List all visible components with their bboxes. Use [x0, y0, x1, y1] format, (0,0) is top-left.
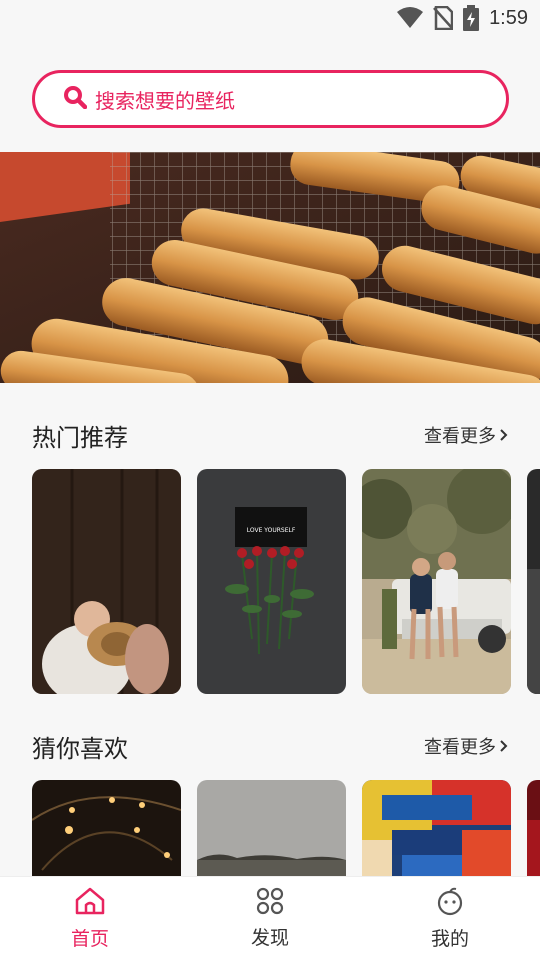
banner-image[interactable]	[0, 152, 540, 383]
view-more-link[interactable]: 查看更多	[424, 422, 508, 448]
nav-label: 首页	[70, 928, 109, 950]
wallpaper-card[interactable]	[527, 469, 540, 694]
section-header-guess: 猜你喜欢 查看更多	[32, 726, 508, 766]
search-placeholder: 搜索想要的壁纸	[95, 88, 235, 113]
wifi-icon	[397, 7, 424, 29]
search-icon	[63, 85, 88, 113]
nav-item-profile[interactable]: 我的	[390, 886, 510, 951]
status-bar: 1:59	[0, 0, 540, 36]
wallpaper-card[interactable]	[362, 469, 511, 694]
nav-item-home[interactable]: 首页	[30, 886, 150, 951]
partial-red-photo	[527, 780, 540, 876]
card-row-hot: LOVE YOURSELF	[0, 469, 540, 694]
chevron-right-icon	[500, 740, 508, 752]
couple-truck-photo	[362, 469, 511, 694]
section-title: 猜你喜欢	[32, 734, 128, 763]
status-time: 1:59	[489, 6, 528, 29]
section-title: 热门推荐	[32, 423, 128, 452]
comic-covers-photo	[362, 780, 511, 876]
grey-landscape-photo	[197, 780, 346, 876]
love-yourself-roses-photo: LOVE YOURSELF	[197, 469, 346, 694]
couple-hat-photo	[32, 469, 181, 694]
wallpaper-card[interactable]	[527, 780, 540, 876]
home-icon	[74, 886, 106, 920]
nav-label: 发现	[250, 927, 289, 949]
nav-item-discover[interactable]: 发现	[210, 887, 330, 950]
rose-card-text: LOVE YOURSELF	[247, 527, 296, 534]
wallpaper-card[interactable]: LOVE YOURSELF	[197, 469, 346, 694]
nav-label: 我的	[430, 928, 469, 950]
search-input[interactable]: 搜索想要的壁纸	[32, 70, 509, 128]
string-lights-photo	[32, 780, 181, 876]
profile-icon	[436, 886, 464, 920]
partial-card-photo	[527, 469, 540, 694]
no-sim-icon	[433, 6, 454, 30]
section-header-hot: 热门推荐 查看更多	[32, 415, 508, 455]
card-row-guess	[0, 780, 540, 876]
wallpaper-card[interactable]	[32, 469, 181, 694]
battery-charging-icon	[463, 5, 480, 31]
wallpaper-card[interactable]	[197, 780, 346, 876]
wallpaper-card[interactable]	[362, 780, 511, 876]
chevron-right-icon	[500, 429, 508, 441]
bottom-nav: 首页 发现 我的	[0, 876, 540, 960]
view-more-link[interactable]: 查看更多	[424, 733, 508, 759]
discover-icon	[256, 887, 284, 919]
view-more-label: 查看更多	[424, 426, 496, 447]
view-more-label: 查看更多	[424, 737, 496, 758]
wallpaper-card[interactable]	[32, 780, 181, 876]
